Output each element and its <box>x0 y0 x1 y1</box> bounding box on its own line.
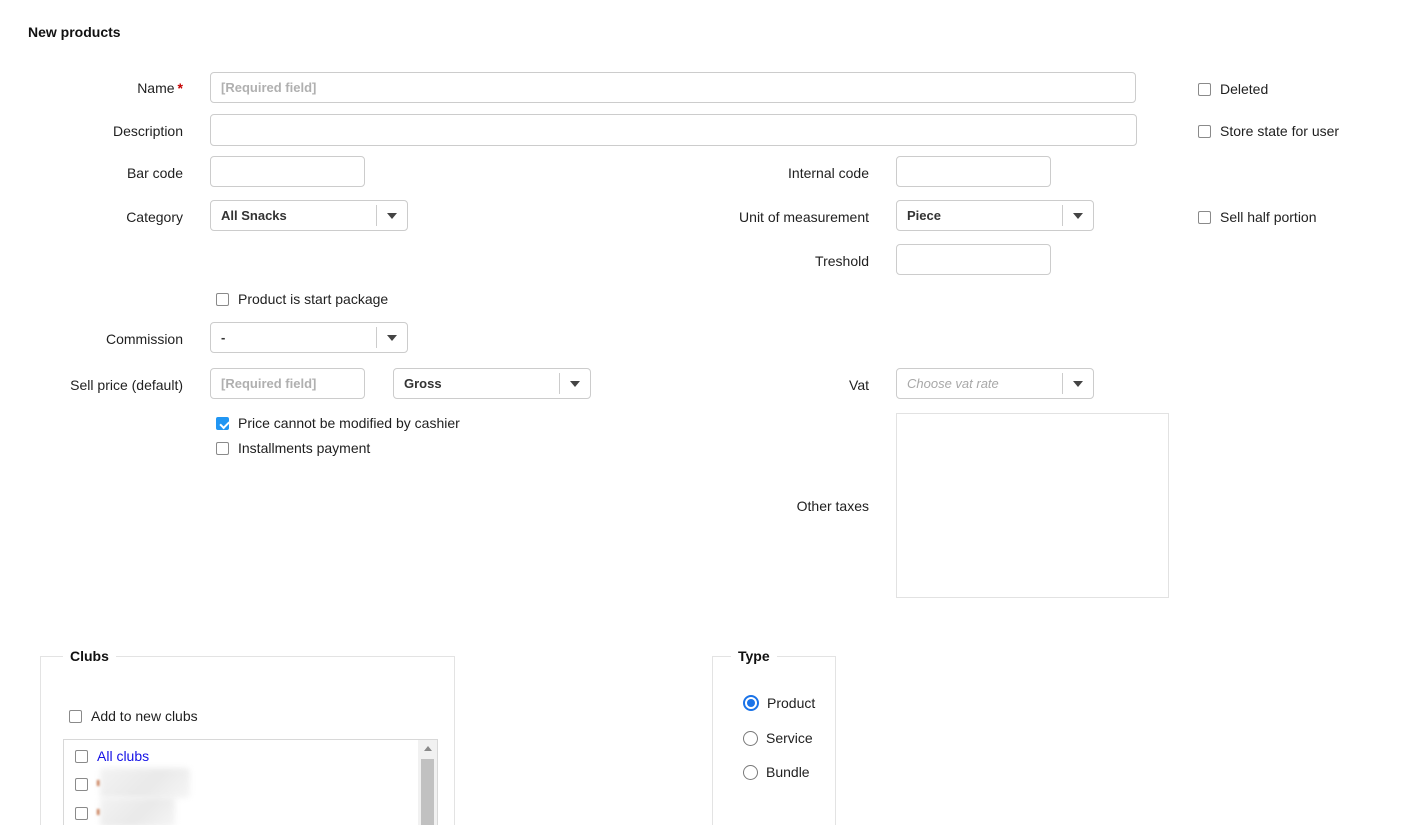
clubs-list-scrollbar[interactable] <box>418 740 437 825</box>
name-label: Name* <box>0 80 183 96</box>
other-taxes-label: Other taxes <box>600 498 869 514</box>
chevron-down-icon <box>1062 373 1093 394</box>
price-mode-select[interactable]: Gross <box>393 368 591 399</box>
product-radio[interactable] <box>743 695 759 711</box>
vat-placeholder: Choose vat rate <box>907 369 999 398</box>
product-is-start-package-label: Product is start package <box>238 291 388 307</box>
scroll-up-icon[interactable] <box>418 740 437 757</box>
bar-code-label: Bar code <box>0 165 183 181</box>
bundle-radio-label: Bundle <box>766 764 810 780</box>
treshold-input[interactable] <box>896 244 1051 275</box>
club-list-item <box>75 803 192 823</box>
store-state-for-user-label: Store state for user <box>1220 123 1339 139</box>
clubs-legend: Clubs <box>63 648 116 664</box>
deleted-label: Deleted <box>1220 81 1268 97</box>
price-cannot-be-modified-checkbox[interactable] <box>216 417 229 430</box>
sell-half-portion-checkbox[interactable] <box>1198 211 1211 224</box>
category-label: Category <box>0 209 183 225</box>
add-to-new-clubs-checkbox[interactable] <box>69 710 82 723</box>
type-legend: Type <box>731 648 777 664</box>
chevron-down-icon <box>376 327 407 348</box>
add-to-new-clubs-row: Add to new clubs <box>69 708 198 724</box>
store-state-for-user-row: Store state for user <box>1198 123 1339 139</box>
service-radio[interactable] <box>743 731 758 746</box>
other-taxes-listbox[interactable] <box>896 413 1169 598</box>
required-asterisk: * <box>178 80 183 96</box>
deleted-row: Deleted <box>1198 81 1268 97</box>
bundle-radio[interactable] <box>743 765 758 780</box>
product-radio-label: Product <box>767 695 815 711</box>
unit-of-measurement-label: Unit of measurement <box>600 209 869 225</box>
price-cannot-be-modified-row: Price cannot be modified by cashier <box>216 415 460 431</box>
type-option-bundle: Bundle <box>743 764 810 780</box>
club-checkbox[interactable] <box>75 778 88 791</box>
type-option-service: Service <box>743 730 813 746</box>
price-mode-value: Gross <box>404 369 442 398</box>
product-is-start-package-checkbox[interactable] <box>216 293 229 306</box>
description-label: Description <box>0 123 183 139</box>
type-option-product: Product <box>743 695 815 711</box>
club-checkbox[interactable] <box>75 807 88 820</box>
new-product-form-page: New products Name* Description Bar code … <box>0 0 1418 825</box>
sell-half-portion-row: Sell half portion <box>1198 209 1317 225</box>
price-cannot-be-modified-label: Price cannot be modified by cashier <box>238 415 460 431</box>
category-select[interactable]: All Snacks <box>210 200 408 231</box>
product-is-start-package-row: Product is start package <box>216 291 388 307</box>
all-clubs-checkbox[interactable] <box>75 750 88 763</box>
page-title: New products <box>28 24 121 40</box>
redacted-club-name <box>97 800 192 825</box>
unit-of-measurement-value: Piece <box>907 201 941 230</box>
redacted-club-name <box>97 771 192 797</box>
service-radio-label: Service <box>766 730 813 746</box>
sell-half-portion-label: Sell half portion <box>1220 209 1317 225</box>
commission-value: - <box>221 323 225 352</box>
sell-price-input[interactable] <box>210 368 365 399</box>
description-input[interactable] <box>210 114 1137 146</box>
category-value: All Snacks <box>221 201 287 230</box>
vat-label: Vat <box>600 377 869 393</box>
installments-payment-row: Installments payment <box>216 440 370 456</box>
store-state-for-user-checkbox[interactable] <box>1198 125 1211 138</box>
chevron-down-icon <box>376 205 407 226</box>
sell-price-label: Sell price (default) <box>0 377 183 393</box>
vat-select[interactable]: Choose vat rate <box>896 368 1094 399</box>
type-fieldset: Type Product Service Bundle <box>712 656 836 825</box>
installments-payment-checkbox[interactable] <box>216 442 229 455</box>
club-list-item: All clubs <box>75 746 149 766</box>
internal-code-label: Internal code <box>600 165 869 181</box>
club-list-item <box>75 774 192 794</box>
internal-code-input[interactable] <box>896 156 1051 187</box>
unit-of-measurement-select[interactable]: Piece <box>896 200 1094 231</box>
installments-payment-label: Installments payment <box>238 440 370 456</box>
treshold-label: Treshold <box>600 253 869 269</box>
name-input[interactable] <box>210 72 1136 103</box>
all-clubs-link[interactable]: All clubs <box>97 748 149 764</box>
chevron-down-icon <box>1062 205 1093 226</box>
bar-code-input[interactable] <box>210 156 365 187</box>
chevron-down-icon <box>559 373 590 394</box>
add-to-new-clubs-label: Add to new clubs <box>91 708 198 724</box>
clubs-list: All clubs <box>63 739 438 825</box>
commission-select[interactable]: - <box>210 322 408 353</box>
scrollbar-thumb[interactable] <box>421 759 434 825</box>
commission-label: Commission <box>0 331 183 347</box>
clubs-fieldset: Clubs Add to new clubs All clubs <box>40 656 455 825</box>
deleted-checkbox[interactable] <box>1198 83 1211 96</box>
